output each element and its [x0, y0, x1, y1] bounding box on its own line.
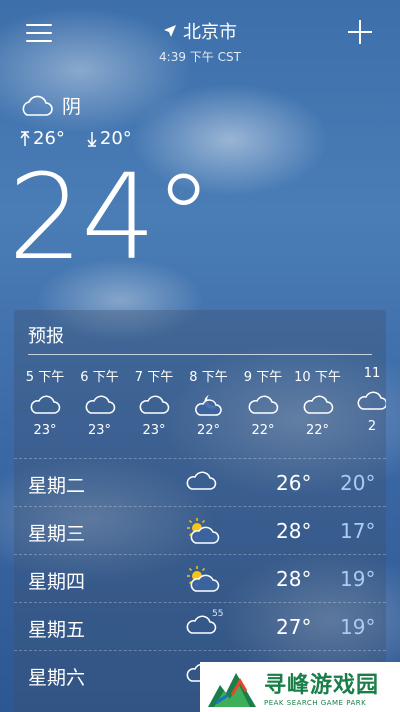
cloud-icon [127, 393, 181, 417]
cloud-icon [236, 393, 290, 417]
watermark-title: 寻峰游戏园 [264, 673, 380, 698]
daily-row[interactable]: 星期五 55 27° 19° [14, 602, 386, 650]
hour-label: 9 下午 [243, 370, 283, 385]
hourly-item: 10 下午 22° [291, 366, 345, 438]
cloud-icon [184, 469, 220, 497]
day-name: 星期二 [28, 475, 86, 497]
hour-label: 11 [363, 366, 381, 381]
moon-cloud-icon [182, 393, 236, 417]
cloud-icon [22, 95, 53, 116]
condition-text: 阴 [62, 96, 82, 118]
current-condition: 阴 [18, 92, 81, 119]
watermark: 寻峰游戏园 PEAK SEARCH GAME PARK [200, 662, 400, 712]
day-name: 星期四 [28, 571, 86, 593]
forecast-title: 预报 [28, 326, 64, 347]
hour-label: 10 下午 [294, 370, 341, 385]
hour-temp: 22° [251, 423, 275, 438]
day-name: 星期五 [28, 619, 86, 641]
hour-label: 6 下午 [80, 370, 119, 385]
hourly-item: 6 下午 23° [73, 366, 127, 438]
hourly-item: 8 下午 22° [182, 366, 236, 438]
hour-label: 7 下午 [134, 370, 174, 385]
hourly-forecast[interactable]: 5 下午 23° 6 下午 23° 7 下午 23° 8 下午 22° 9 下午 22° 10 下午… [14, 366, 386, 456]
hourly-item: 7 下午 23° [127, 366, 181, 438]
hour-temp: 23° [33, 423, 57, 438]
add-location-button[interactable] [346, 18, 374, 46]
low-temp-value: 20° [99, 128, 132, 149]
hour-temp: 23° [142, 423, 166, 438]
day-high: 28° [276, 567, 312, 591]
divider [28, 354, 372, 355]
high-temp-value: 26° [33, 128, 65, 149]
top-bar: 北京市 4:39 下午 CST [0, 0, 400, 70]
hour-temp: 22° [196, 423, 221, 438]
daily-row[interactable]: 星期三 28° 17° [14, 506, 386, 554]
low-temp: 20° [87, 128, 132, 149]
cloud-icon [291, 393, 345, 417]
forecast-panel: 预报 5 下午 23° 6 下午 23° 7 下午 23° 8 下午 22° 9 下午 22° 10… [14, 310, 386, 712]
day-low: 19° [340, 567, 376, 591]
hour-temp: 23° [87, 423, 112, 438]
location-arrow-icon [164, 25, 176, 37]
arrow-down-icon [87, 131, 97, 147]
current-temperature: 24° [8, 148, 213, 286]
sun-cloud-icon [184, 517, 220, 545]
peak-logo-icon [208, 673, 256, 707]
day-low: 19° [340, 615, 376, 639]
cloud-icon [73, 393, 127, 417]
daily-row[interactable]: 星期二 26° 20° [14, 458, 386, 506]
hour-label: 8 下午 [189, 370, 228, 385]
hourly-item: 11 2 [345, 366, 386, 434]
hourly-item: 5 下午 23° [18, 366, 72, 438]
cloud-icon [345, 389, 386, 413]
day-high: 28° [276, 519, 312, 543]
day-name: 星期六 [28, 667, 86, 689]
hour-temp: 2 [367, 419, 377, 434]
precip-chance: 55 [212, 609, 224, 619]
location-header: 北京市 4:39 下午 CST [0, 18, 400, 65]
day-name: 星期三 [28, 523, 86, 545]
watermark-subtitle: PEAK SEARCH GAME PARK [264, 699, 367, 707]
day-low: 20° [340, 471, 376, 495]
high-low: 26° 20° [20, 128, 132, 149]
local-time: 4:39 下午 CST [159, 50, 241, 64]
hour-label: 5 下午 [25, 370, 65, 385]
daily-row[interactable]: 星期四 28° 19° [14, 554, 386, 602]
sun-cloud-icon [184, 565, 220, 593]
day-low: 17° [340, 519, 376, 543]
city-name[interactable]: 北京市 [183, 18, 237, 44]
arrow-up-icon [20, 130, 30, 146]
day-high: 26° [276, 471, 312, 495]
hourly-item: 9 下午 22° [236, 366, 290, 438]
high-temp: 26° [20, 128, 65, 149]
hour-temp: 22° [305, 423, 330, 438]
cloud-icon [18, 393, 72, 417]
day-high: 27° [276, 615, 312, 639]
